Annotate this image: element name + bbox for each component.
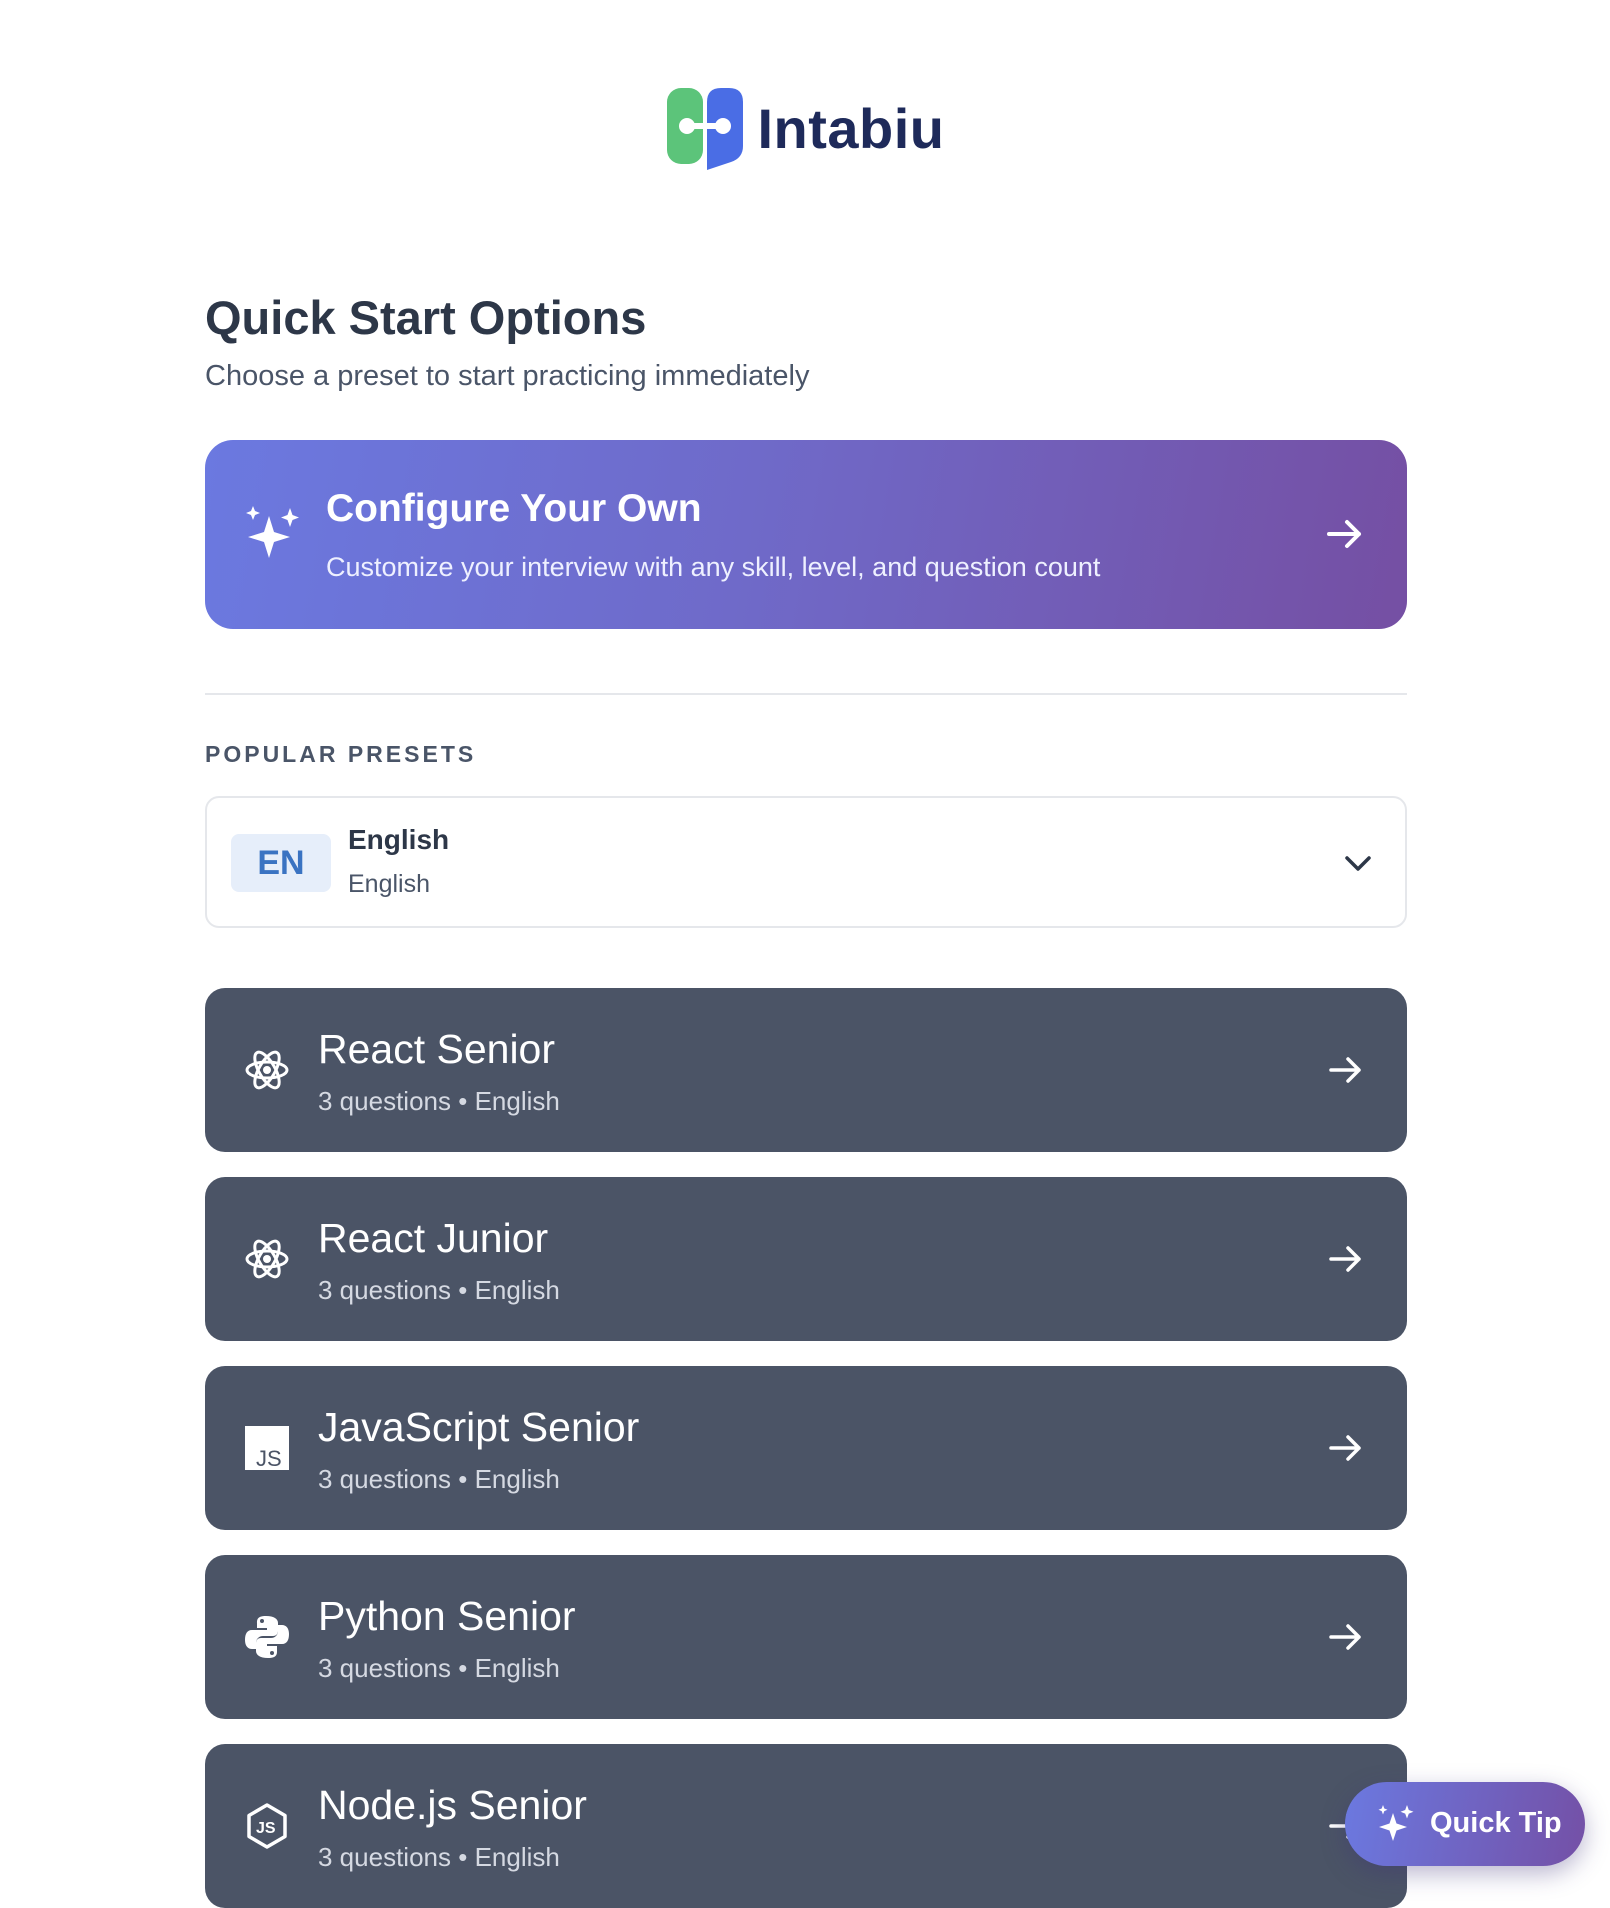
page-subtitle: Choose a preset to start practicing imme…: [205, 360, 810, 392]
configure-title: Configure Your Own: [326, 487, 702, 530]
quick-tip-label: Quick Tip: [1430, 1807, 1562, 1839]
intabiu-logo-icon: [667, 88, 744, 170]
preset-meta: 3 questions • English: [318, 1086, 560, 1117]
svg-text:JS: JS: [256, 1446, 282, 1471]
preset-language: English: [474, 1842, 560, 1872]
react-icon: [245, 1239, 289, 1279]
preset-meta: 3 questions • English: [318, 1842, 560, 1873]
language-code-badge: EN: [231, 834, 331, 892]
preset-title: Python Senior: [318, 1593, 576, 1639]
preset-nodejs-senior[interactable]: JS Node.js Senior 3 questions • English: [205, 1744, 1407, 1908]
sparkles-icon: [246, 506, 299, 558]
arrow-right-icon: [1329, 1057, 1361, 1083]
preset-title: JavaScript Senior: [318, 1404, 640, 1450]
arrow-right-icon: [1329, 1435, 1361, 1461]
chevron-down-icon: [1345, 856, 1371, 871]
preset-language: English: [474, 1464, 560, 1494]
preset-meta: 3 questions • English: [318, 1275, 560, 1306]
preset-javascript-senior[interactable]: JS JavaScript Senior 3 questions • Engli…: [205, 1366, 1407, 1530]
meta-separator: •: [458, 1653, 468, 1683]
arrow-right-icon: [1329, 1624, 1361, 1650]
section-divider: [205, 693, 1407, 695]
arrow-right-icon: [1327, 520, 1361, 548]
preset-react-senior[interactable]: React Senior 3 questions • English: [205, 988, 1407, 1152]
page: Intabiu Quick Start Options Choose a pre…: [0, 0, 1610, 1908]
preset-question-count: 3 questions: [318, 1086, 451, 1116]
language-native-name: English: [348, 870, 430, 898]
configure-your-own-button[interactable]: Configure Your Own Customize your interv…: [205, 440, 1407, 629]
preset-title: Node.js Senior: [318, 1782, 587, 1828]
language-name: English: [348, 824, 450, 855]
preset-language: English: [474, 1086, 560, 1116]
preset-meta: 3 questions • English: [318, 1464, 560, 1495]
meta-separator: •: [458, 1275, 468, 1305]
preset-question-count: 3 questions: [318, 1842, 451, 1872]
meta-separator: •: [458, 1086, 468, 1116]
arrow-right-icon: [1329, 1246, 1361, 1272]
preset-question-count: 3 questions: [318, 1464, 451, 1494]
brand-logo: Intabiu: [0, 84, 1610, 172]
popular-presets-label: POPULAR PRESETS: [205, 741, 477, 767]
preset-language: English: [474, 1653, 560, 1683]
react-icon: [245, 1050, 289, 1090]
brand-name: Intabiu: [757, 96, 945, 160]
meta-separator: •: [458, 1464, 468, 1494]
meta-separator: •: [458, 1842, 468, 1872]
quick-tip-button[interactable]: Quick Tip: [1345, 1782, 1585, 1866]
preset-language: English: [474, 1275, 560, 1305]
preset-question-count: 3 questions: [318, 1275, 451, 1305]
javascript-icon: JS: [245, 1426, 289, 1471]
preset-react-junior[interactable]: React Junior 3 questions • English: [205, 1177, 1407, 1341]
svg-text:JS: JS: [256, 1820, 276, 1837]
nodejs-icon: JS: [247, 1803, 287, 1849]
configure-description: Customize your interview with any skill,…: [326, 552, 1101, 582]
preset-title: React Junior: [318, 1215, 549, 1261]
language-select[interactable]: EN English English: [205, 796, 1407, 928]
preset-question-count: 3 questions: [318, 1653, 451, 1683]
preset-python-senior[interactable]: Python Senior 3 questions • English: [205, 1555, 1407, 1719]
preset-meta: 3 questions • English: [318, 1653, 560, 1684]
sparkles-icon: [1378, 1805, 1414, 1841]
preset-title: React Senior: [318, 1026, 556, 1072]
page-title: Quick Start Options: [205, 291, 647, 344]
python-icon: [245, 1616, 289, 1658]
